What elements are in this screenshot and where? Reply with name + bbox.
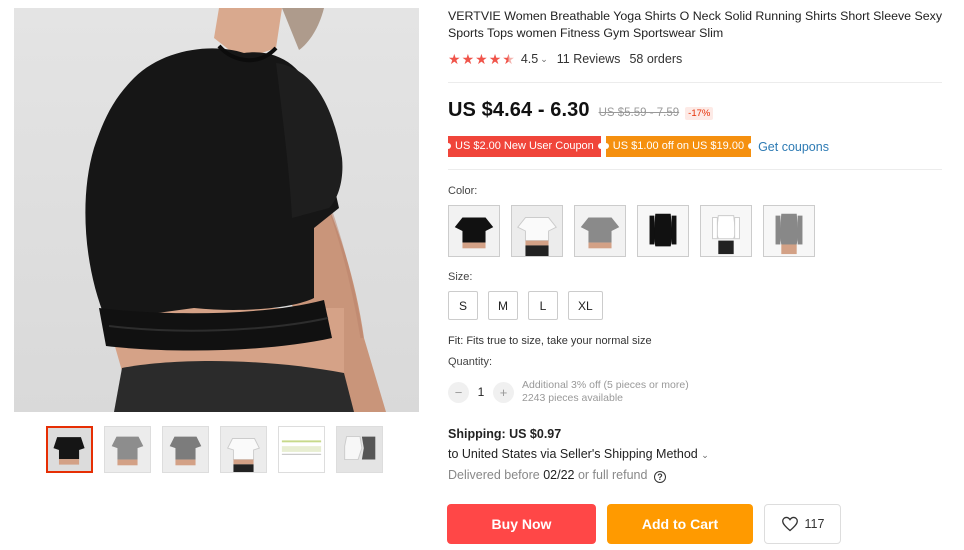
divider (448, 82, 942, 83)
size-option-m[interactable]: M (488, 291, 518, 320)
color-swatch-gray-long-sleeve[interactable] (763, 205, 815, 257)
shipping-price: Shipping: US $0.97 (448, 427, 562, 441)
color-swatch-gray-short-sleeve[interactable] (574, 205, 626, 257)
rating-value[interactable]: 4.5 (521, 52, 538, 66)
wishlist-count: 117 (804, 517, 825, 531)
size-option-l[interactable]: L (528, 291, 558, 320)
chevron-down-icon[interactable]: ⌄ (701, 450, 709, 460)
star-half-icon: ★ (502, 51, 515, 67)
shipping-section: Shipping: US $0.97 to United States via … (448, 424, 709, 485)
increase-quantity-button[interactable]: + (493, 381, 514, 403)
color-swatch-black-short-sleeve[interactable] (448, 205, 500, 257)
size-option-xl[interactable]: XL (568, 291, 603, 320)
delivered-prefix: Delivered before (448, 468, 544, 482)
add-to-cart-button[interactable]: Add to Cart (607, 504, 753, 544)
thumbnail-1[interactable] (46, 426, 93, 473)
main-product-image[interactable] (14, 8, 419, 412)
delivered-date: 02/22 (543, 468, 575, 482)
delivered-suffix: or full refund (574, 468, 648, 482)
color-options (448, 205, 815, 257)
reviews-link[interactable]: 11 Reviews (557, 52, 621, 66)
bulk-discount-note: Additional 3% off (5 pieces or more) (522, 379, 689, 391)
rating-row: ★ ★ ★ ★ ★ 4.5 ⌄ 11 Reviews 58 orders (448, 52, 682, 66)
product-title: VERTVIE Women Breathable Yoga Shirts O N… (448, 9, 943, 40)
thumbnail-6[interactable] (336, 426, 383, 473)
thumbnail-5[interactable] (278, 426, 325, 473)
original-price: US $5.59 - 7.59 (598, 107, 680, 119)
star-rating: ★ ★ ★ ★ ★ (448, 52, 515, 66)
orders-count: 58 orders (629, 52, 683, 66)
coupon-row: US $2.00 New User Coupon US $1.00 off on… (445, 136, 829, 157)
thumbnail-3[interactable] (162, 426, 209, 473)
star-icon: ★ (448, 51, 461, 67)
chevron-down-icon[interactable]: ⌄ (540, 54, 548, 65)
divider (448, 169, 942, 170)
quantity-info: Additional 3% off (5 pieces or more) 224… (522, 379, 689, 405)
thumbnail-2[interactable] (104, 426, 151, 473)
quantity-stepper: − 1 + Additional 3% off (5 pieces or mor… (448, 379, 689, 405)
heart-icon (781, 516, 798, 532)
quantity-input[interactable]: 1 (469, 385, 493, 399)
color-swatch-white-long-sleeve[interactable] (700, 205, 752, 257)
shipping-destination[interactable]: to United States via Seller's Shipping M… (448, 447, 698, 461)
product-photo (85, 8, 386, 412)
delivery-estimate: Delivered before 02/22 or full refund ? (448, 465, 709, 485)
current-price: US $4.64 - 6.30 (448, 99, 590, 121)
price-row: US $4.64 - 6.30 US $5.59 - 7.59 -17% (448, 99, 714, 122)
size-option-s[interactable]: S (448, 291, 478, 320)
thumbnail-4[interactable] (220, 426, 267, 473)
wishlist-button[interactable]: 117 (764, 504, 841, 544)
quantity-label: Quantity: (448, 356, 493, 368)
color-label: Color: (448, 185, 478, 197)
stock-available: 2243 pieces available (522, 392, 623, 404)
star-icon: ★ (488, 51, 502, 67)
get-coupons-link[interactable]: Get coupons (758, 140, 829, 154)
question-icon[interactable]: ? (653, 471, 666, 483)
discount-badge: -17% (685, 107, 714, 120)
color-swatch-white-short-sleeve[interactable] (511, 205, 563, 257)
size-options: S M L XL (448, 291, 603, 320)
size-label: Size: (448, 271, 473, 283)
star-icon: ★ (461, 51, 475, 67)
action-buttons: Buy Now Add to Cart 117 (447, 504, 841, 544)
thumbnail-strip (46, 426, 383, 473)
store-coupon[interactable]: US $1.00 off on US $19.00 (602, 136, 755, 157)
star-icon: ★ (475, 51, 488, 67)
shipping-method[interactable]: to United States via Seller's Shipping M… (448, 444, 709, 465)
fit-note: Fit: Fits true to size, take your normal… (448, 335, 652, 347)
buy-now-button[interactable]: Buy Now (447, 504, 596, 544)
new-user-coupon[interactable]: US $2.00 New User Coupon (445, 136, 604, 157)
decrease-quantity-button[interactable]: − (448, 381, 469, 403)
color-swatch-black-long-sleeve[interactable] (637, 205, 689, 257)
